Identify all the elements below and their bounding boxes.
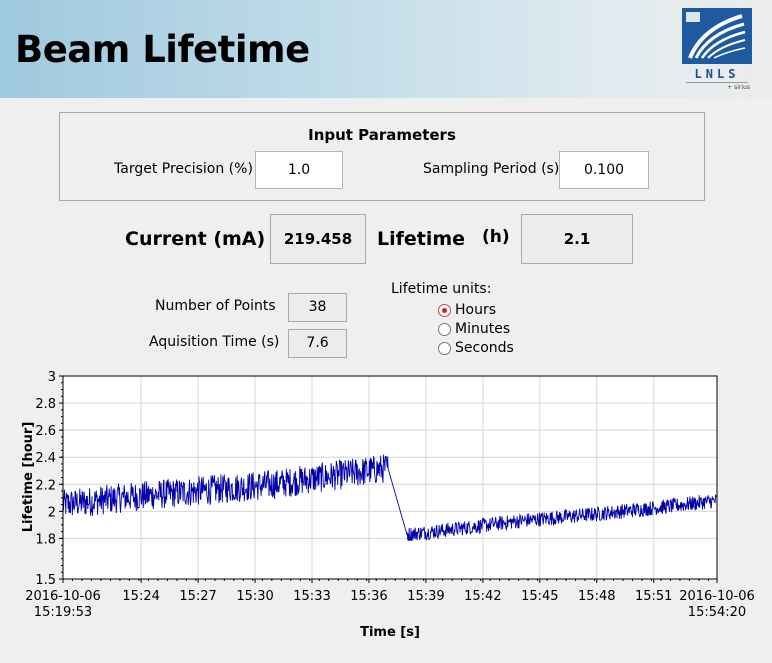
- y-tick-label: 2.4: [35, 451, 56, 466]
- x-tick-label: 2016-10-06: [679, 589, 755, 604]
- x-tick-label: 15:27: [179, 589, 216, 604]
- radio-unselected-icon[interactable]: [438, 341, 451, 355]
- page-title: Beam Lifetime: [15, 28, 310, 71]
- number-of-points-value: 38: [288, 293, 347, 322]
- logo-text: LNLS: [694, 67, 740, 81]
- lnls-logo-icon: [682, 8, 752, 64]
- logo-divider: [686, 82, 748, 83]
- y-tick-label: 2.2: [35, 478, 56, 493]
- y-tick-label: 2: [48, 505, 56, 520]
- x-tick-label: 15:48: [578, 589, 615, 604]
- x-tick-label: 15:24: [122, 589, 159, 604]
- target-precision-label: Target Precision (%): [114, 161, 253, 177]
- x-tick-label: 15:30: [236, 589, 273, 604]
- header-banner: Beam Lifetime LNLS + sirius: [0, 0, 772, 98]
- y-tick-label: 2.6: [35, 424, 56, 439]
- lifetime-value: 2.1: [521, 214, 633, 264]
- radio-seconds-label: Seconds: [455, 340, 514, 356]
- radio-hours[interactable]: Hours: [438, 301, 496, 319]
- lnls-logo: LNLS + sirius: [682, 8, 752, 92]
- lifetime-units-label: Lifetime units:: [391, 281, 492, 297]
- x-axis-label: Time [s]: [360, 625, 420, 640]
- x-tick-label: 15:33: [293, 589, 330, 604]
- input-parameters-title: Input Parameters: [308, 126, 456, 144]
- acquisition-time-label: Aquisition Time (s): [149, 334, 280, 350]
- x-tick-label: 15:36: [350, 589, 387, 604]
- x-tick-label: 15:39: [407, 589, 444, 604]
- current-value: 219.458: [270, 214, 366, 264]
- acquisition-time-value: 7.6: [288, 329, 347, 358]
- current-label: Current (mA): [125, 228, 266, 250]
- sampling-period-input[interactable]: 0.100: [559, 151, 649, 189]
- x-tick-label: 15:45: [521, 589, 558, 604]
- y-tick-label: 2.8: [35, 397, 56, 412]
- radio-selected-icon[interactable]: [438, 303, 451, 317]
- sampling-period-label: Sampling Period (s): [423, 161, 560, 177]
- x-tick-label: 15:19:53: [34, 605, 92, 620]
- y-axis-label: Lifetime [hour]: [21, 422, 36, 533]
- number-of-points-label: Number of Points: [155, 298, 276, 314]
- x-tick-label: 2016-10-06: [25, 589, 101, 604]
- y-tick-label: 3: [48, 370, 56, 385]
- radio-unselected-icon[interactable]: [438, 322, 451, 336]
- x-tick-label: 15:54:20: [688, 605, 746, 620]
- lifetime-label: Lifetime: [377, 228, 466, 250]
- radio-minutes-label: Minutes: [455, 321, 511, 337]
- radio-seconds[interactable]: Seconds: [438, 339, 514, 357]
- logo-subtext: + sirius: [727, 84, 750, 91]
- target-precision-input[interactable]: 1.0: [255, 151, 343, 189]
- plot-area: [63, 376, 717, 579]
- x-tick-label: 15:51: [635, 589, 672, 604]
- lifetime-chart[interactable]: 32.82.62.42.221.81.5 2016-10-0615:19:531…: [0, 365, 772, 655]
- x-tick-label: 15:42: [464, 589, 501, 604]
- radio-hours-label: Hours: [455, 302, 497, 318]
- radio-minutes[interactable]: Minutes: [438, 320, 510, 338]
- lifetime-unit-label: (h): [482, 227, 510, 247]
- y-tick-label: 1.5: [35, 573, 56, 588]
- y-tick-label: 1.8: [35, 532, 56, 547]
